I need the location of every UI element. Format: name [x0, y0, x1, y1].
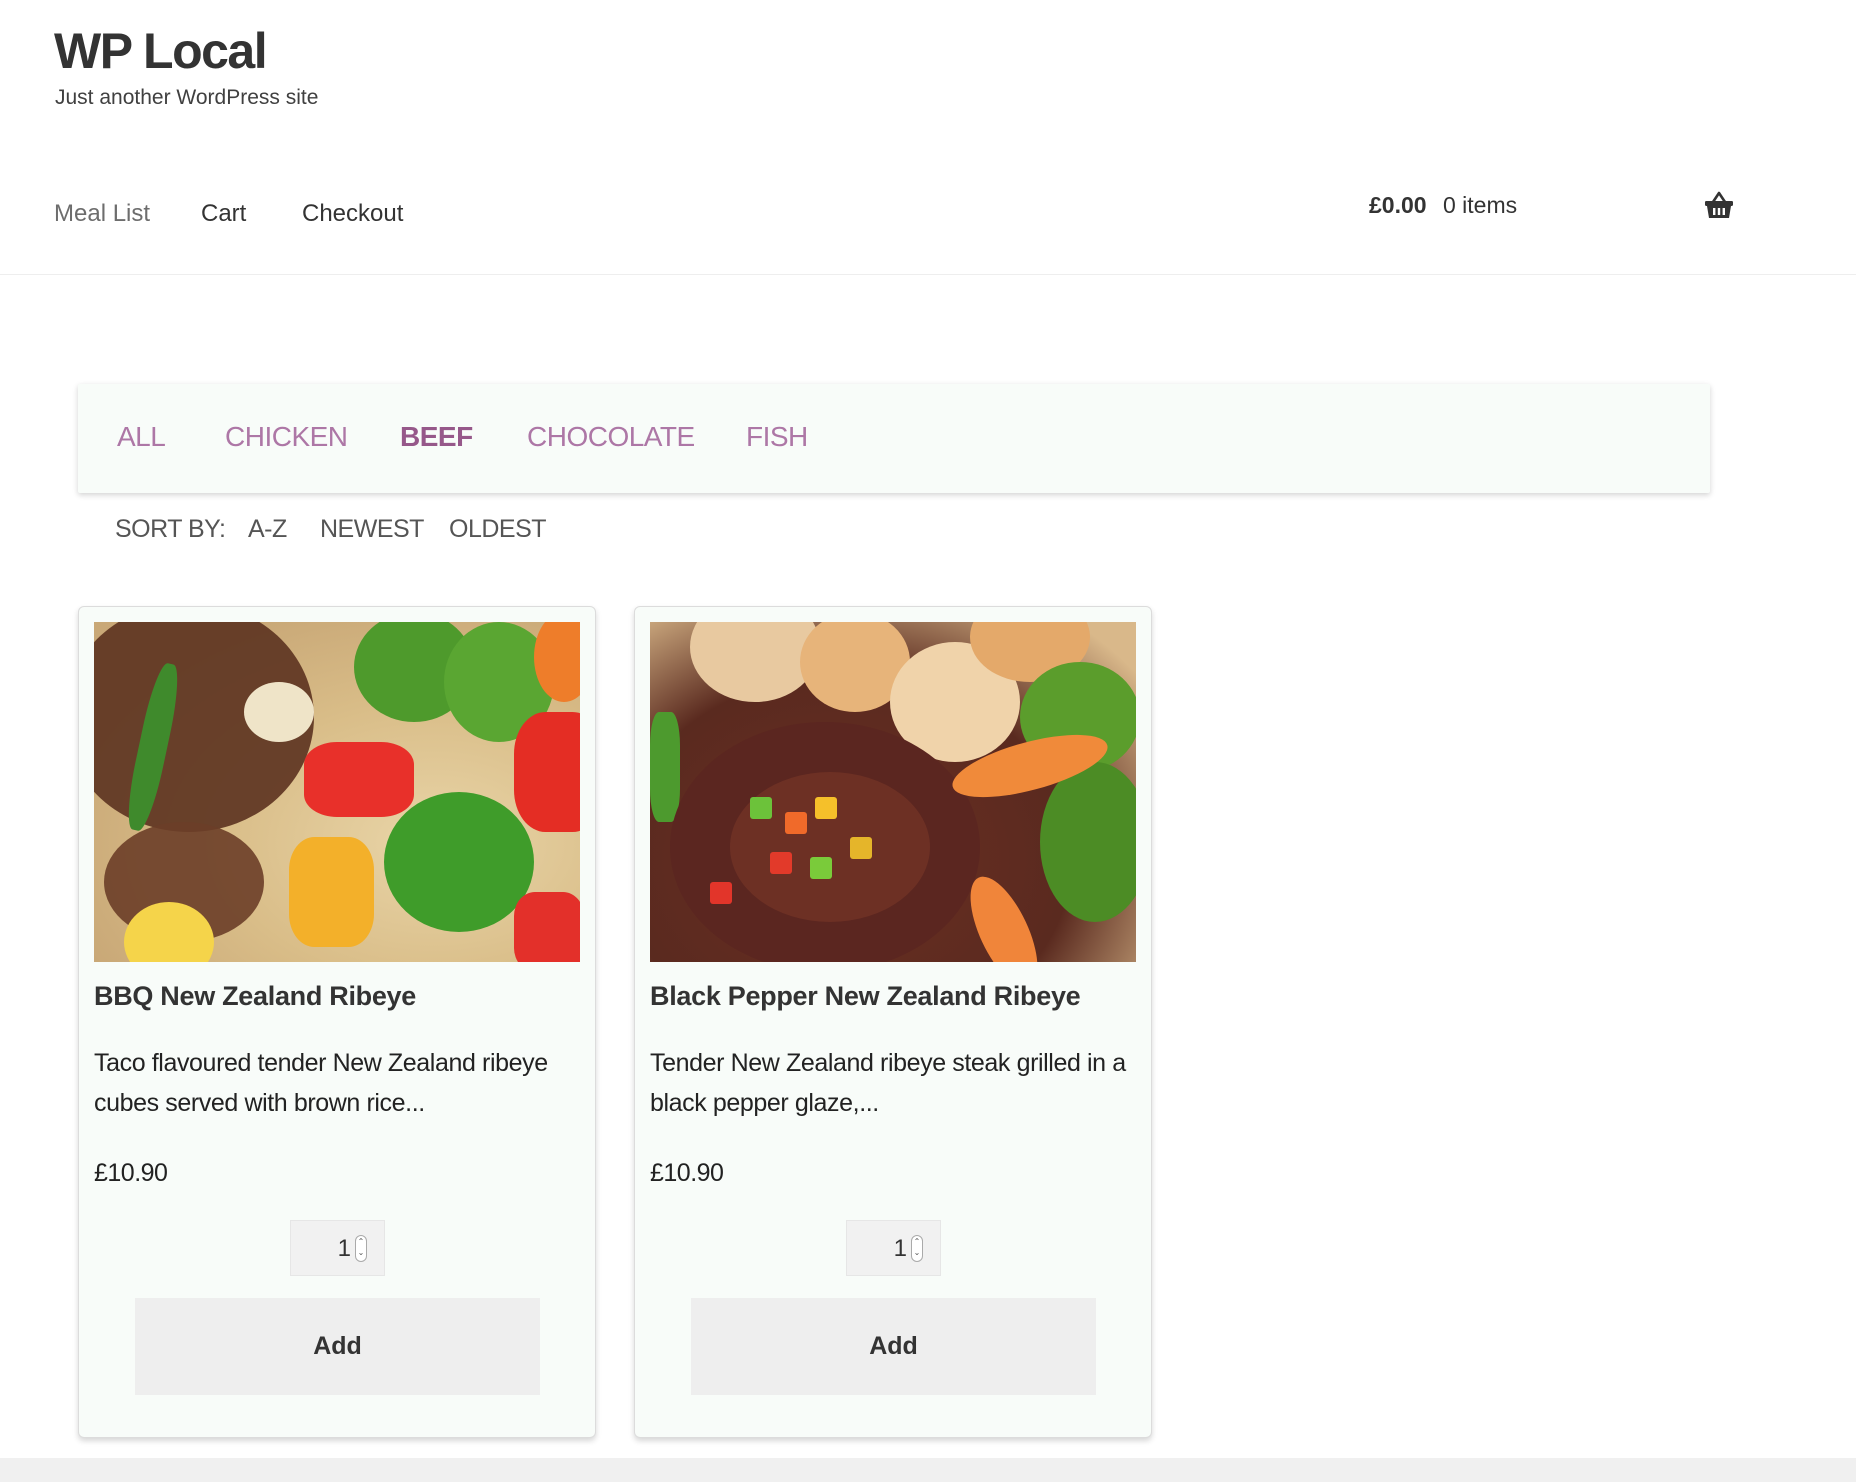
header-divider [0, 274, 1856, 275]
product-description: Taco flavoured tender New Zealand ribeye… [94, 1049, 548, 1117]
nav-item-cart[interactable]: Cart [201, 200, 246, 228]
quantity-stepper[interactable]: 1 ⌃ ⌄ [846, 1220, 941, 1276]
product-card: BBQ New Zealand Ribeye Taco flavoured te… [78, 606, 596, 1438]
product-title[interactable]: Black Pepper New Zealand Ribeye [650, 981, 1081, 1012]
nav-item-meal-list[interactable]: Meal List [54, 200, 150, 228]
quantity-value[interactable]: 1 [894, 1235, 907, 1263]
add-to-cart-button[interactable]: Add [691, 1298, 1096, 1395]
site-title[interactable]: WP Local [54, 22, 268, 80]
cart-item-count[interactable]: 0 items [1443, 192, 1517, 219]
filter-beef[interactable]: BEEF [400, 421, 473, 453]
site-tagline: Just another WordPress site [55, 86, 319, 109]
filter-all[interactable]: ALL [117, 421, 166, 453]
nav-item-checkout[interactable]: Checkout [302, 200, 403, 228]
product-price: £10.90 [94, 1159, 168, 1187]
product-title[interactable]: BBQ New Zealand Ribeye [94, 981, 416, 1012]
sort-newest[interactable]: NEWEST [320, 515, 424, 544]
filter-chicken[interactable]: CHICKEN [225, 421, 348, 453]
spinner-arrows-icon[interactable]: ⌃ ⌄ [911, 1235, 923, 1262]
cart-amount[interactable]: £0.00 [1369, 192, 1427, 219]
product-description: Tender New Zealand ribeye steak grilled … [650, 1049, 1126, 1117]
spinner-arrows-icon[interactable]: ⌃ ⌄ [355, 1235, 367, 1262]
filter-fish[interactable]: FISH [746, 421, 808, 453]
product-price: £10.90 [650, 1159, 724, 1187]
sort-a-z[interactable]: A-Z [248, 515, 287, 544]
quantity-stepper[interactable]: 1 ⌃ ⌄ [290, 1220, 385, 1276]
footer [0, 1458, 1856, 1482]
sort-by-label: SORT BY: [115, 515, 226, 543]
product-card: Black Pepper New Zealand Ribeye Tender N… [634, 606, 1152, 1438]
basket-icon[interactable] [1704, 191, 1734, 219]
filter-chocolate[interactable]: CHOCOLATE [527, 421, 695, 453]
product-image[interactable] [650, 622, 1136, 962]
quantity-value[interactable]: 1 [338, 1235, 351, 1263]
product-image[interactable] [94, 622, 580, 962]
sort-oldest[interactable]: OLDEST [449, 515, 547, 544]
add-to-cart-button[interactable]: Add [135, 1298, 540, 1395]
